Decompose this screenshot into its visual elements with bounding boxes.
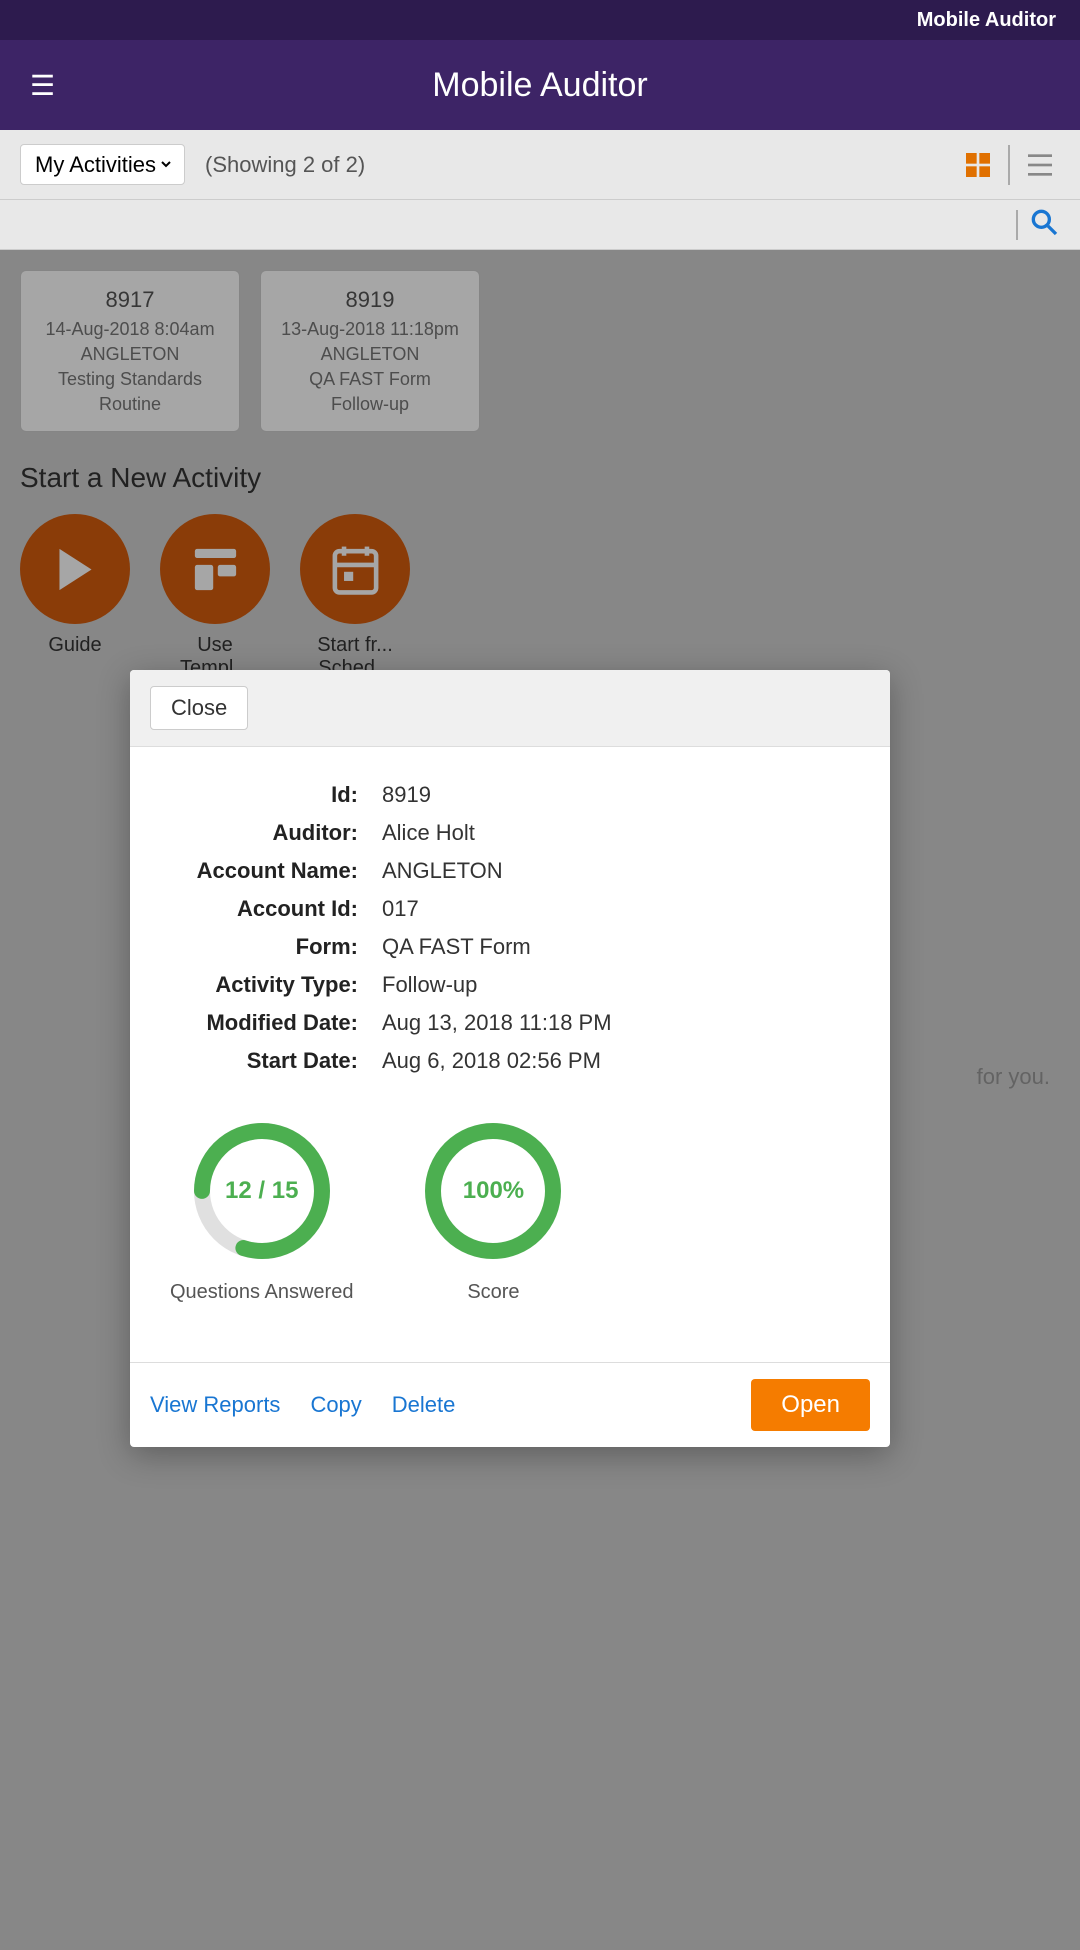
field-value-account-id: 017 — [374, 891, 848, 927]
search-divider — [1016, 210, 1018, 240]
menu-icon[interactable]: ☰ — [30, 69, 55, 102]
field-label-account-name: Account Name: — [172, 853, 372, 889]
field-value-form: QA FAST Form — [374, 929, 848, 965]
modal-info-table: Id: 8919 Auditor: Alice Holt Account Nam… — [170, 775, 850, 1081]
app-header: ☰ Mobile Auditor — [0, 40, 1080, 130]
showing-count: (Showing 2 of 2) — [205, 152, 365, 178]
activity-filter-select[interactable]: My Activities — [20, 144, 185, 185]
field-label-start-date: Start Date: — [172, 1043, 372, 1079]
open-button[interactable]: Open — [751, 1379, 870, 1431]
view-reports-link[interactable]: View Reports — [150, 1392, 280, 1418]
questions-donut-label: Questions Answered — [170, 1281, 353, 1304]
field-value-start-date: Aug 6, 2018 02:56 PM — [374, 1043, 848, 1079]
field-label-auditor: Auditor: — [172, 815, 372, 851]
charts-row: 12 / 15 Questions Answered 100% Score — [170, 1111, 850, 1304]
table-row: Auditor: Alice Holt — [172, 815, 848, 851]
field-value-auditor: Alice Holt — [374, 815, 848, 851]
questions-answered-chart: 12 / 15 Questions Answered — [170, 1111, 353, 1304]
score-chart: 100% Score — [413, 1111, 573, 1304]
field-label-modified-date: Modified Date: — [172, 1005, 372, 1041]
questions-donut: 12 / 15 — [182, 1111, 342, 1271]
search-row — [0, 200, 1080, 250]
score-donut-label: Score — [467, 1281, 519, 1304]
table-row: Start Date: Aug 6, 2018 02:56 PM — [172, 1043, 848, 1079]
status-bar: Mobile Auditor — [0, 0, 1080, 40]
table-row: Form: QA FAST Form — [172, 929, 848, 965]
field-value-account-name: ANGLETON — [374, 853, 848, 889]
field-label-id: Id: — [172, 777, 372, 813]
toolbar: My Activities (Showing 2 of 2) — [0, 130, 1080, 200]
activity-detail-modal: Close Id: 8919 Auditor: Alice Holt Accou… — [130, 670, 890, 1447]
copy-link[interactable]: Copy — [310, 1392, 361, 1418]
table-row: Modified Date: Aug 13, 2018 11:18 PM — [172, 1005, 848, 1041]
toolbar-divider — [1008, 145, 1010, 185]
modal-header: Close — [130, 670, 890, 747]
field-label-activity-type: Activity Type: — [172, 967, 372, 1003]
search-button[interactable] — [1028, 206, 1060, 243]
table-row: Activity Type: Follow-up — [172, 967, 848, 1003]
activity-filter-dropdown[interactable]: My Activities — [31, 151, 174, 178]
delete-link[interactable]: Delete — [392, 1392, 456, 1418]
grid-view-button[interactable] — [958, 145, 998, 185]
field-label-account-id: Account Id: — [172, 891, 372, 927]
modal-footer: View Reports Copy Delete Open — [130, 1362, 890, 1447]
field-value-modified-date: Aug 13, 2018 11:18 PM — [374, 1005, 848, 1041]
field-value-activity-type: Follow-up — [374, 967, 848, 1003]
score-donut-value: 100% — [463, 1177, 524, 1205]
table-row: Account Name: ANGLETON — [172, 853, 848, 889]
table-row: Account Id: 017 — [172, 891, 848, 927]
table-row: Id: 8919 — [172, 777, 848, 813]
questions-donut-value: 12 / 15 — [225, 1177, 298, 1205]
field-value-id: 8919 — [374, 777, 848, 813]
score-donut: 100% — [413, 1111, 573, 1271]
modal-close-button[interactable]: Close — [150, 686, 248, 730]
main-content: 8917 14-Aug-2018 8:04am ANGLETON Testing… — [0, 250, 1080, 1950]
header-title: Mobile Auditor — [432, 66, 647, 105]
status-bar-title: Mobile Auditor — [917, 9, 1056, 32]
list-view-button[interactable] — [1020, 145, 1060, 185]
modal-body: Id: 8919 Auditor: Alice Holt Account Nam… — [130, 747, 890, 1362]
field-label-form: Form: — [172, 929, 372, 965]
